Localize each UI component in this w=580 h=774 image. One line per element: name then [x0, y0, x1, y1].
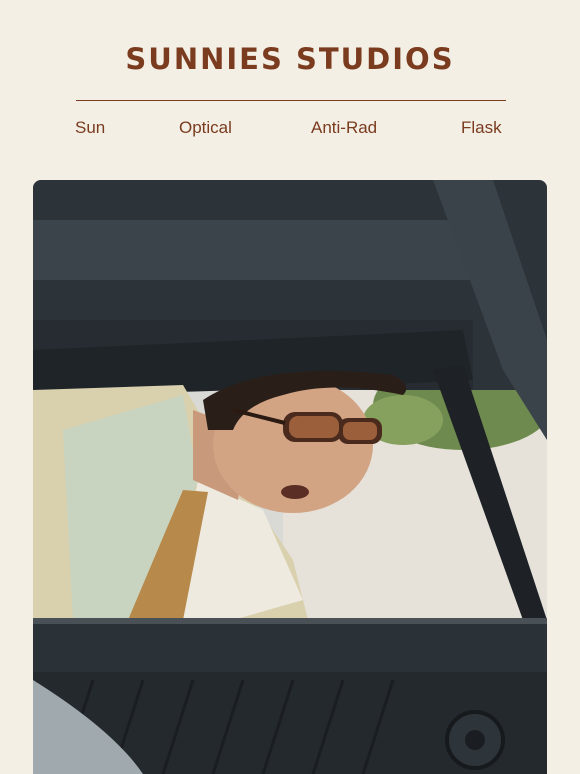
- hero-illustration: [33, 180, 547, 774]
- hero-image[interactable]: [33, 180, 547, 774]
- nav-item-optical[interactable]: Optical: [179, 118, 232, 138]
- nav-item-flask[interactable]: Flask: [461, 118, 502, 138]
- nav-item-sun[interactable]: Sun: [75, 118, 105, 138]
- category-nav: Sun Optical Anti-Rad Flask: [0, 118, 580, 142]
- header-divider: [76, 100, 506, 101]
- email-header: SUNNIES STUDIOS Sun Optical Anti-Rad Fla…: [0, 0, 580, 160]
- nav-item-anti-rad[interactable]: Anti-Rad: [311, 118, 377, 138]
- brand-logo[interactable]: SUNNIES STUDIOS: [0, 42, 580, 76]
